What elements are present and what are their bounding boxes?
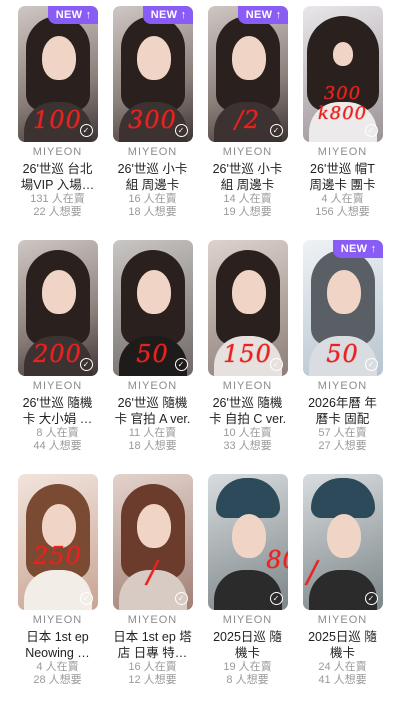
brand-label: MIYEON — [32, 614, 83, 626]
product-photo: ✓ 50 — [112, 240, 193, 376]
brand-label: MIYEON — [222, 380, 273, 392]
product-title: 日本 1st ep Neowing … — [25, 630, 90, 660]
new-badge: NEW ↑ — [47, 6, 98, 24]
check-circle-icon: ✓ — [269, 358, 283, 371]
product-title: 26'世巡 帽T 周邊卡 團卡 — [309, 162, 376, 192]
product-card[interactable]: NEW ↑ ✓ 300 MIYEON 26'世巡 小卡組 周邊卡 16 人在賣 … — [109, 6, 196, 240]
product-card[interactable]: ✓ 300 k800 MIYEON 26'世巡 帽T 周邊卡 團卡 4 人在賣 1… — [299, 6, 386, 240]
brand-label: MIYEON — [317, 614, 368, 626]
new-badge: NEW ↑ — [142, 6, 193, 24]
product-card[interactable]: ✓ 150 MIYEON 26'世巡 隨機卡 自拍 C ver. 10 人在賣 … — [204, 240, 291, 474]
product-title: 2026年曆 年曆卡 固配 — [308, 396, 377, 426]
product-title: 日本 1st ep 塔店 日專 特… — [113, 630, 192, 660]
brand-label: MIYEON — [32, 146, 83, 158]
check-circle-icon: ✓ — [79, 358, 93, 371]
product-photo: ✓ 200 — [17, 240, 98, 376]
selling-count: 131 人在賣 — [30, 193, 85, 205]
check-circle-icon: ✓ — [364, 358, 378, 371]
check-circle-icon: ✓ — [174, 592, 188, 605]
check-circle-icon: ✓ — [364, 592, 378, 605]
wanted-count: 19 人想要 — [223, 206, 272, 218]
selling-count: 11 人在賣 — [128, 427, 177, 439]
selling-count: 57 人在賣 — [318, 427, 367, 439]
product-photo: NEW ↑ ✓ 300 — [112, 6, 193, 142]
check-circle-icon: ✓ — [364, 124, 378, 137]
brand-label: MIYEON — [127, 146, 178, 158]
wanted-count: 41 人想要 — [318, 674, 367, 686]
product-card[interactable]: ✓ 200 MIYEON 26'世巡 隨機卡 大小娟 … 8 人在賣 44 人想… — [14, 240, 101, 474]
product-photo: ✓ 300 k800 — [302, 6, 383, 142]
product-title: 26'世巡 隨機卡 自拍 C ver. — [208, 396, 287, 426]
selling-count: 14 人在賣 — [223, 193, 272, 205]
wanted-count: 28 人想要 — [33, 674, 82, 686]
product-title: 2025日巡 隨機卡 — [213, 630, 282, 660]
brand-label: MIYEON — [222, 146, 273, 158]
product-card[interactable]: ✓ 50 MIYEON 26'世巡 隨機卡 官拍 A ver. 11 人在賣 1… — [109, 240, 196, 474]
new-badge: NEW ↑ — [332, 240, 383, 258]
product-photo: NEW ↑ ✓ 100 — [17, 6, 98, 142]
check-circle-icon: ✓ — [174, 124, 188, 137]
brand-label: MIYEON — [127, 614, 178, 626]
wanted-count: 156 人想要 — [315, 206, 370, 218]
brand-label: MIYEON — [317, 380, 368, 392]
product-card[interactable]: ✓ / MIYEON 日本 1st ep 塔店 日專 特… 16 人在賣 12 … — [109, 474, 196, 708]
check-circle-icon: ✓ — [174, 358, 188, 371]
product-photo: ✓ 80 — [207, 474, 288, 610]
wanted-count: 33 人想要 — [223, 440, 272, 452]
check-circle-icon: ✓ — [79, 124, 93, 137]
selling-count: 19 人在賣 — [223, 661, 272, 673]
product-photo: NEW ↑ ✓ /2 — [207, 6, 288, 142]
product-title: 26'世巡 隨機卡 大小娟 … — [22, 396, 93, 426]
brand-label: MIYEON — [127, 380, 178, 392]
selling-count: 16 人在賣 — [128, 193, 177, 205]
brand-label: MIYEON — [317, 146, 368, 158]
product-card[interactable]: ✓ 250 MIYEON 日本 1st ep Neowing … 4 人在賣 28… — [14, 474, 101, 708]
product-card[interactable]: ✓ / MIYEON 2025日巡 隨機卡 24 人在賣 41 人想要 — [299, 474, 386, 708]
brand-label: MIYEON — [32, 380, 83, 392]
product-card[interactable]: NEW ↑ ✓ /2 MIYEON 26'世巡 小卡組 周邊卡 14 人在賣 1… — [204, 6, 291, 240]
selling-count: 10 人在賣 — [223, 427, 272, 439]
wanted-count: 12 人想要 — [128, 674, 177, 686]
wanted-count: 27 人想要 — [318, 440, 367, 452]
brand-label: MIYEON — [222, 614, 273, 626]
product-title: 26'世巡 隨機卡 官拍 A ver. — [114, 396, 191, 426]
product-card[interactable]: ✓ 80 MIYEON 2025日巡 隨機卡 19 人在賣 8 人想要 — [204, 474, 291, 708]
product-photo: ✓ / — [112, 474, 193, 610]
product-card[interactable]: NEW ↑ ✓ 100 MIYEON 26'世巡 台北 場VIP 入場… 131 … — [14, 6, 101, 240]
selling-count: 4 人在賣 — [321, 193, 364, 205]
product-photo: ✓ / — [302, 474, 383, 610]
selling-count: 8 人在賣 — [36, 427, 79, 439]
check-circle-icon: ✓ — [269, 592, 283, 605]
product-title: 26'世巡 小卡組 周邊卡 — [212, 162, 283, 192]
product-title: 2025日巡 隨機卡 — [308, 630, 377, 660]
product-photo: ✓ 250 — [17, 474, 98, 610]
product-photo: NEW ↑ ✓ 50 — [302, 240, 383, 376]
new-badge: NEW ↑ — [237, 6, 288, 24]
wanted-count: 18 人想要 — [128, 206, 177, 218]
selling-count: 16 人在賣 — [128, 661, 177, 673]
product-title: 26'世巡 台北 場VIP 入場… — [20, 162, 95, 192]
wanted-count: 22 人想要 — [33, 206, 82, 218]
wanted-count: 44 人想要 — [33, 440, 82, 452]
wanted-count: 18 人想要 — [128, 440, 177, 452]
product-card[interactable]: NEW ↑ ✓ 50 MIYEON 2026年曆 年曆卡 固配 57 人在賣 2… — [299, 240, 386, 474]
selling-count: 24 人在賣 — [318, 661, 367, 673]
check-circle-icon: ✓ — [79, 592, 93, 605]
selling-count: 4 人在賣 — [36, 661, 79, 673]
product-title: 26'世巡 小卡組 周邊卡 — [117, 162, 188, 192]
product-grid: NEW ↑ ✓ 100 MIYEON 26'世巡 台北 場VIP 入場… 131 … — [0, 0, 400, 702]
check-circle-icon: ✓ — [269, 124, 283, 137]
product-photo: ✓ 150 — [207, 240, 288, 376]
wanted-count: 8 人想要 — [226, 674, 269, 686]
